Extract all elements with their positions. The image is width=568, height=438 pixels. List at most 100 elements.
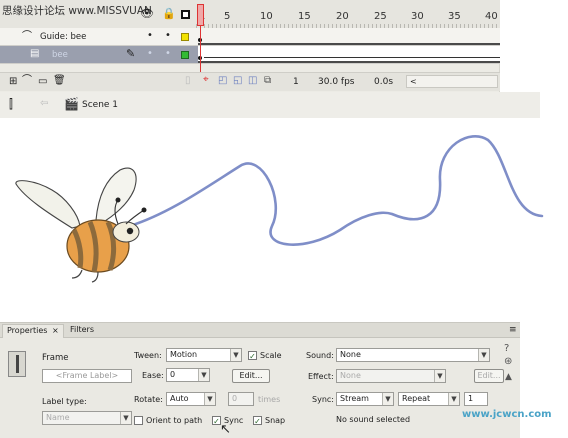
layer-row-bee[interactable]: ▤ bee ✎ • • — [0, 46, 500, 64]
bee-leg — [71, 269, 83, 279]
frame-number: 40 — [485, 11, 498, 22]
ease-value: 0 — [170, 370, 176, 379]
bee-frames[interactable] — [198, 46, 500, 63]
tween-select[interactable]: Motion ▼ — [166, 348, 242, 362]
motion-guide-path — [128, 134, 544, 246]
rotate-select[interactable]: Auto ▼ — [166, 392, 216, 406]
layer-name[interactable]: bee — [52, 51, 68, 60]
frame-number: 30 — [411, 11, 424, 22]
times-label: times — [258, 395, 281, 404]
bee-head — [112, 221, 140, 243]
chevron-down-icon: ▼ — [120, 412, 131, 424]
timeline-header: 思缘设计论坛 www.MISSVUAN 👁 🔒 1 5 10 15 20 25 … — [0, 0, 500, 28]
panel-tabs: Properties × Filters — [0, 323, 520, 338]
add-layer-icon[interactable]: ⊞ — [9, 77, 17, 87]
help-icon[interactable]: ? — [504, 344, 509, 354]
frame-label-input[interactable]: <Frame Label> — [42, 369, 132, 383]
onion-skin-icon[interactable]: ◰ — [218, 76, 227, 86]
center-frame-icon[interactable]: ⌖ — [203, 75, 209, 85]
frame-number: 20 — [336, 11, 349, 22]
close-icon[interactable]: × — [52, 326, 59, 335]
tab-label: Properties — [7, 326, 48, 335]
outline-square-icon[interactable] — [181, 10, 190, 19]
scroll-left-arrow[interactable]: < — [410, 78, 417, 86]
elapsed-time: 0.0s — [374, 77, 394, 87]
chevron-down-icon: ▼ — [448, 393, 459, 405]
visibility-dot[interactable]: • — [147, 31, 153, 41]
bee-eye — [126, 227, 134, 235]
frame-number: 15 — [298, 11, 311, 22]
eye-icon[interactable]: 👁 — [140, 8, 154, 19]
orient-checkbox[interactable] — [134, 416, 143, 425]
current-frame: 1 — [293, 77, 299, 87]
antenna-tip — [115, 197, 121, 203]
accessibility-icon[interactable]: ⊛ — [504, 357, 512, 367]
outline-color-swatch[interactable] — [181, 51, 189, 59]
effect-select[interactable]: None ▼ — [336, 369, 446, 383]
back-arrow-icon[interactable]: ⇦ — [40, 99, 48, 109]
guide-layer-icon: ⌒ — [22, 31, 32, 42]
chevron-down-icon: ▼ — [478, 349, 489, 361]
lock-dot[interactable]: • — [165, 49, 171, 59]
add-folder-icon[interactable]: ▭ — [38, 77, 47, 87]
expand-icon[interactable]: ▲ — [505, 373, 512, 382]
tab-properties[interactable]: Properties × — [2, 324, 64, 338]
lock-icon[interactable]: 🔒 — [162, 8, 176, 19]
onion-markers-icon[interactable]: ⧉ — [264, 76, 271, 86]
visibility-dot[interactable]: • — [147, 49, 153, 59]
watermark-text: 思缘设计论坛 www.MISSVUAN — [2, 5, 152, 17]
bee-graphic — [15, 167, 147, 283]
frame-heading: Frame — [42, 353, 69, 363]
edit-ease-button[interactable]: Edit... — [232, 369, 270, 383]
snap-label: Snap — [265, 416, 286, 425]
repeat-count-input[interactable]: 1 — [464, 392, 488, 406]
onion-outline-icon[interactable]: ◱ — [233, 76, 242, 86]
rotate-times-input[interactable]: 0 — [228, 392, 254, 406]
frame-number: 25 — [374, 11, 387, 22]
scroll-icon[interactable]: ▯ — [185, 76, 191, 86]
frame-ruler[interactable]: 1 5 10 15 20 25 30 35 40 — [196, 0, 500, 28]
frame-number: 5 — [224, 11, 231, 22]
stage[interactable] — [0, 118, 568, 324]
timeline-scrollbar[interactable]: < — [406, 75, 498, 88]
scene-icon: 🎬 — [64, 97, 79, 111]
tab-filters[interactable]: Filters — [66, 324, 98, 338]
repeat-value: Repeat — [402, 394, 431, 403]
label-type-select[interactable]: Name ▼ — [42, 411, 132, 425]
timeline-toggle-icon[interactable]: ⫿ — [9, 98, 13, 110]
outline-color-swatch[interactable] — [181, 33, 189, 41]
stage-artwork — [15, 134, 544, 283]
snap-checkbox[interactable]: ✓ — [253, 416, 262, 426]
properties-panel: Properties × Filters ≡ Frame <Frame Labe… — [0, 322, 520, 438]
scale-checkbox[interactable]: ✓ — [248, 351, 257, 361]
frame-rate[interactable]: 30.0 fps — [318, 78, 354, 87]
chevron-down-icon: ▼ — [230, 349, 241, 361]
guide-frames[interactable] — [198, 28, 500, 45]
chevron-down-icon: ▼ — [204, 393, 215, 405]
trash-icon[interactable]: 🗑 — [53, 76, 66, 86]
sound-select[interactable]: None ▼ — [336, 348, 490, 362]
layer-row-guide[interactable]: ⌒ Guide: bee • • — [0, 28, 500, 46]
panel-menu-icon[interactable]: ≡ — [509, 326, 517, 335]
playhead[interactable] — [197, 4, 204, 26]
chevron-down-icon: ▼ — [434, 370, 445, 382]
tween-label: Tween: — [134, 351, 162, 360]
scale-label: Scale — [260, 351, 282, 360]
lock-dot[interactable]: • — [165, 31, 171, 41]
edit-multiple-icon[interactable]: ◫ — [248, 76, 257, 86]
sync2-label: Sync: — [312, 395, 334, 404]
orient-label: Orient to path — [146, 416, 203, 425]
add-guide-icon[interactable]: ⌒ — [22, 76, 32, 86]
label-type-label: Label type: — [42, 397, 87, 406]
layer-name[interactable]: Guide: bee — [40, 33, 86, 42]
rotate-label: Rotate: — [134, 395, 163, 404]
ease-input[interactable]: 0 ▼ — [166, 368, 210, 382]
rotate-value: Auto — [170, 394, 189, 403]
edit-sound-button[interactable]: Edit... — [474, 369, 504, 383]
repeat-select[interactable]: Repeat ▼ — [398, 392, 460, 406]
sync-select[interactable]: Stream ▼ — [336, 392, 394, 406]
effect-value: None — [340, 371, 361, 380]
no-sound-text: No sound selected — [336, 415, 411, 424]
scene-label[interactable]: Scene 1 — [82, 101, 118, 110]
tween-arrow — [204, 57, 500, 58]
